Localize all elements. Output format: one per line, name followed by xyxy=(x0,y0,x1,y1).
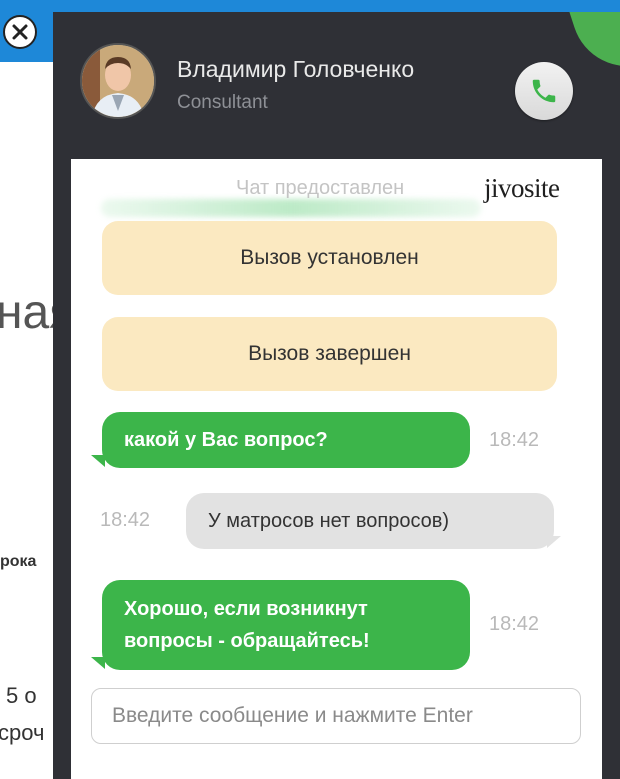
close-circle-icon[interactable] xyxy=(3,15,37,49)
chat-area: Чат предоставлен jivosite Вызов установл… xyxy=(71,159,602,779)
bubble-tail xyxy=(547,536,561,548)
agent-message: Хорошо, если возникнут вопросы - обращай… xyxy=(102,580,470,670)
agent-message: какой у Вас вопрос? xyxy=(102,412,470,468)
agent-avatar xyxy=(80,43,156,119)
background-text-fragment-1: 5 о xyxy=(6,683,37,708)
background-bold-fragment: рока xyxy=(0,553,37,570)
close-x-icon xyxy=(12,24,28,40)
message-text: У матросов нет вопросов) xyxy=(208,510,450,532)
system-message: Вызов установлен xyxy=(102,221,557,295)
background-text-fragment-2: сроч xyxy=(0,720,45,745)
message-text: какой у Вас вопрос? xyxy=(124,429,328,451)
provided-by-highlight xyxy=(101,199,481,217)
phone-icon xyxy=(532,79,556,103)
message-text: Хорошо, если возникнут вопросы - обращай… xyxy=(124,598,370,652)
chat-widget: Владимир Головченко Consultant Чат предо… xyxy=(53,12,620,779)
message-input[interactable] xyxy=(91,688,581,744)
provided-by-label: Чат предоставлен xyxy=(236,177,405,199)
message-time: 18:42 xyxy=(489,613,540,635)
jivosite-logo[interactable]: jivosite xyxy=(484,173,560,204)
message-time: 18:42 xyxy=(489,429,540,451)
message-time: 18:42 xyxy=(100,509,151,531)
visitor-message: У матросов нет вопросов) xyxy=(186,493,554,549)
leaf-decoration-icon xyxy=(567,12,620,81)
bubble-tail xyxy=(91,455,105,467)
system-message: Вызов завершен xyxy=(102,317,557,391)
agent-photo-icon xyxy=(82,45,154,117)
bubble-tail xyxy=(91,657,105,669)
agent-role: Consultant xyxy=(177,92,268,113)
call-button[interactable] xyxy=(515,62,573,120)
agent-name: Владимир Головченко xyxy=(177,56,415,82)
